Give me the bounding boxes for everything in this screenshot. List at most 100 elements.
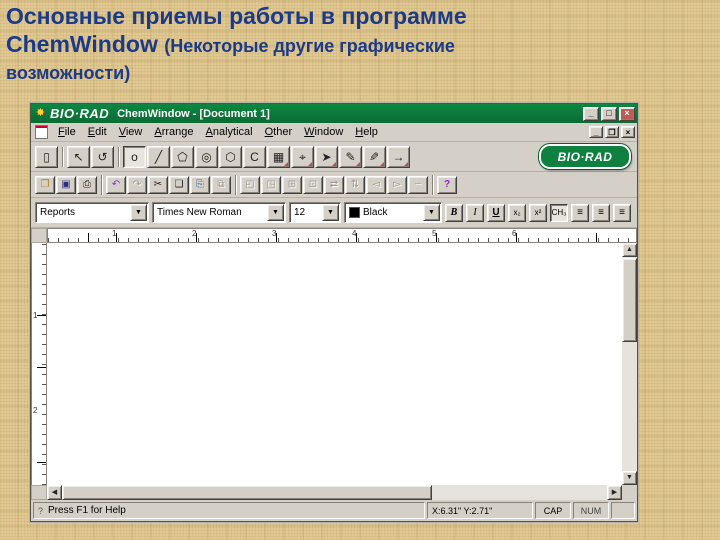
- flip-horizontal-icon: ⇄: [329, 178, 339, 190]
- color-swatch: [349, 207, 360, 218]
- menu-view[interactable]: View: [113, 125, 149, 139]
- ruler-number: 6: [512, 229, 517, 238]
- vertical-scroll-track[interactable]: [622, 342, 637, 471]
- font-size-dropdown[interactable]: 12 ▼: [289, 202, 341, 223]
- cyclopentane-ring-button[interactable]: ⬠: [171, 145, 194, 168]
- maximize-button[interactable]: □: [601, 106, 617, 121]
- horizontal-scroll-thumb[interactable]: [62, 485, 432, 500]
- chevron-down-icon[interactable]: ▼: [267, 204, 284, 221]
- cut-button[interactable]: ✂: [148, 175, 168, 194]
- cyclohexane-ring-button[interactable]: ⬡: [219, 145, 242, 168]
- chemwindow-application-window: ✸ BIO·RAD ChemWindow - [Document 1] _ □ …: [30, 103, 638, 522]
- status-help-icon: ?: [38, 505, 44, 516]
- align-right-button[interactable]: ≡: [613, 203, 631, 222]
- scroll-down-button[interactable]: ▼: [622, 471, 637, 485]
- rotate-right-button[interactable]: ▻: [387, 175, 407, 194]
- redo-button[interactable]: ↷: [127, 175, 147, 194]
- title-appname: ChemWindow: [6, 31, 165, 57]
- mdi-restore-button[interactable]: ❐: [605, 126, 619, 138]
- bold-button[interactable]: B: [445, 203, 463, 222]
- horizontal-scroll-track[interactable]: [432, 485, 607, 500]
- horizontal-scrollbar-row: ◀ ▶: [31, 485, 637, 500]
- superscript-button[interactable]: x²: [529, 203, 547, 222]
- title-paren: (Некоторые другие графические: [164, 36, 455, 56]
- help-button[interactable]: ?: [437, 175, 457, 194]
- status-message-panel: ? Press F1 for Help: [33, 502, 425, 519]
- undo-button[interactable]: ↶: [106, 175, 126, 194]
- font-value: Times New Roman: [157, 207, 242, 218]
- ring-bond-tool-button[interactable]: o: [123, 145, 146, 168]
- pencil-tool-button[interactable]: ✎: [363, 145, 386, 168]
- menu-help[interactable]: Help: [349, 125, 384, 139]
- drawing-canvas[interactable]: [47, 243, 622, 485]
- menu-bar: File Edit View Arrange Analytical Other …: [31, 123, 637, 142]
- ruler-number: 2: [33, 406, 38, 415]
- color-dropdown[interactable]: Black ▼: [344, 202, 442, 223]
- template-grid-button[interactable]: ▦: [267, 145, 290, 168]
- flip-horizontal-button[interactable]: ⇄: [324, 175, 344, 194]
- menu-analytical[interactable]: Analytical: [200, 125, 259, 139]
- copy-button[interactable]: ❏: [169, 175, 189, 194]
- pen-tool-button[interactable]: ✎: [339, 145, 362, 168]
- chevron-down-icon[interactable]: ▼: [423, 204, 440, 221]
- biorad-brand-text: BIO·RAD: [50, 106, 110, 121]
- chevron-down-icon[interactable]: ▼: [130, 204, 147, 221]
- benzene-icon: ◎: [201, 149, 212, 164]
- paste-icon: ⎘: [196, 178, 204, 190]
- font-dropdown[interactable]: Times New Roman ▼: [152, 202, 286, 223]
- scroll-left-button[interactable]: ◀: [47, 485, 62, 500]
- arrow-tool-button[interactable]: ➤: [315, 145, 338, 168]
- duplicate-button[interactable]: ⧉: [211, 175, 231, 194]
- menu-edit[interactable]: Edit: [82, 125, 113, 139]
- coordinates-panel: X:6.31" Y:2.71": [427, 502, 533, 519]
- subscript-button[interactable]: x₂: [508, 203, 526, 222]
- formula-style-button[interactable]: CH₃: [550, 203, 568, 222]
- dotted-line-icon: ┈: [414, 178, 422, 190]
- align-center-button[interactable]: ≡: [592, 203, 610, 222]
- underline-button[interactable]: U: [487, 203, 505, 222]
- lasso-select-button[interactable]: ↺: [91, 145, 114, 168]
- menu-arrange[interactable]: Arrange: [148, 125, 199, 139]
- italic-button[interactable]: I: [466, 203, 484, 222]
- align-left-button[interactable]: ≡: [571, 203, 589, 222]
- title-line-2: ChemWindow (Некоторые другие графические: [6, 31, 646, 61]
- scroll-up-button[interactable]: ▲: [622, 243, 637, 257]
- style-dropdown[interactable]: Reports ▼: [35, 202, 149, 223]
- reaction-arrow-button[interactable]: →: [387, 145, 410, 168]
- vertical-scrollbar[interactable]: ▲ ▼: [622, 243, 637, 485]
- rotate-left-button[interactable]: ◅: [366, 175, 386, 194]
- menu-window[interactable]: Window: [298, 125, 349, 139]
- align-button[interactable]: ⊞: [282, 175, 302, 194]
- scroll-right-button[interactable]: ▶: [607, 485, 622, 500]
- duplicate-icon: ⧉: [217, 178, 225, 190]
- mdi-minimize-button[interactable]: _: [589, 126, 603, 138]
- select-pointer-button[interactable]: ↖: [67, 145, 90, 168]
- open-button[interactable]: ❐: [35, 175, 55, 194]
- minimize-button[interactable]: _: [583, 106, 599, 121]
- flip-vertical-button[interactable]: ⇅: [345, 175, 365, 194]
- ruler-number: 1: [33, 311, 38, 320]
- menu-other[interactable]: Other: [259, 125, 299, 139]
- benzene-ring-button[interactable]: ◎: [195, 145, 218, 168]
- paste-button[interactable]: ⎘: [190, 175, 210, 194]
- orbital-tool-button[interactable]: ⌖: [291, 145, 314, 168]
- bond-tool-button[interactable]: ╱: [147, 145, 170, 168]
- mdi-close-button[interactable]: ×: [621, 126, 635, 138]
- lasso-icon: ↺: [97, 149, 108, 164]
- close-button[interactable]: ×: [619, 106, 635, 121]
- ungroup-button[interactable]: ◳: [261, 175, 281, 194]
- group-button[interactable]: ◰: [240, 175, 260, 194]
- distribute-button[interactable]: ⊡: [303, 175, 323, 194]
- dotted-line-button[interactable]: ┈: [408, 175, 428, 194]
- chevron-down-icon[interactable]: ▼: [322, 204, 339, 221]
- open-icon: ❐: [40, 178, 50, 190]
- arrow-tool-icon: ➤: [321, 149, 332, 164]
- vertical-scroll-thumb[interactable]: [622, 258, 637, 342]
- open-ring-button[interactable]: C: [243, 145, 266, 168]
- new-document-button[interactable]: ▯: [35, 145, 58, 168]
- ruler-number: 5: [432, 229, 437, 238]
- menu-file[interactable]: File: [52, 125, 82, 139]
- print-button[interactable]: ⎙: [77, 175, 97, 194]
- toolbar-separator: [235, 174, 237, 195]
- save-button[interactable]: ▣: [56, 175, 76, 194]
